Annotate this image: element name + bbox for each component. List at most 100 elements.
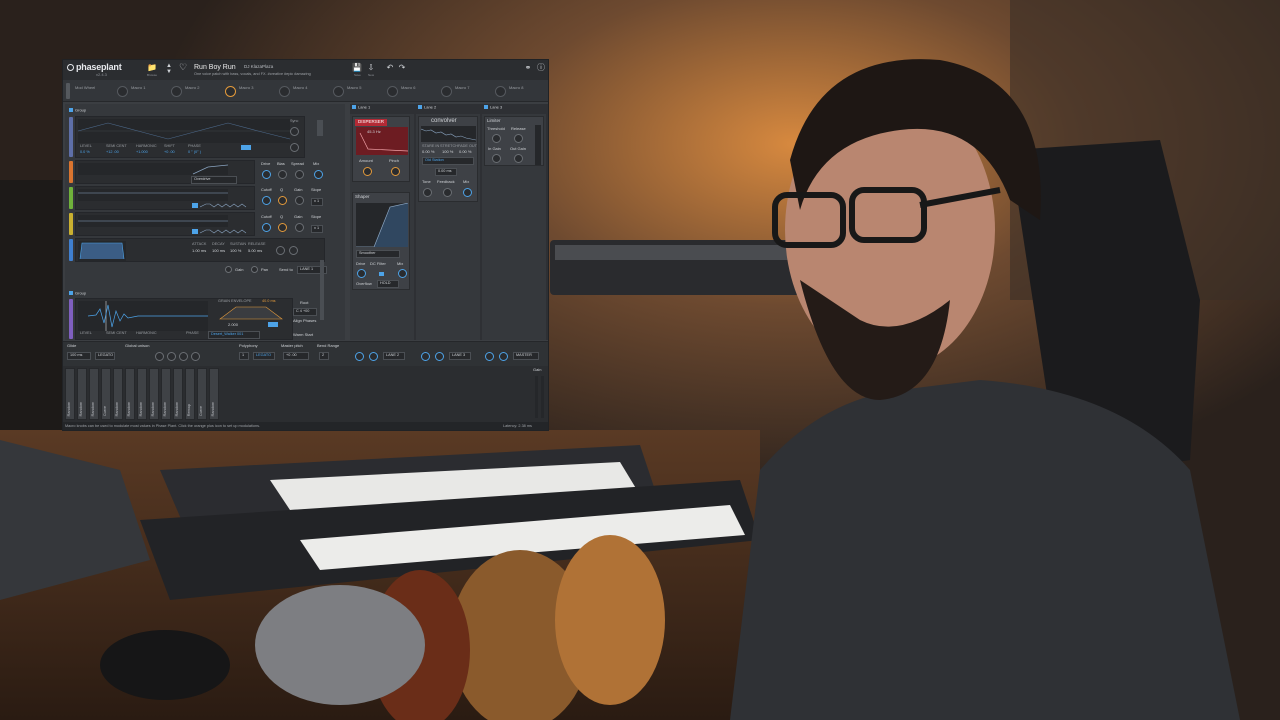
modulator-slot[interactable]: Random: [65, 368, 75, 420]
harmonic-value[interactable]: +1.000: [136, 150, 148, 155]
lane3-gain-knob[interactable]: [485, 352, 494, 361]
semi-value[interactable]: +12 .00: [106, 150, 119, 155]
modulator-slot[interactable]: Curve: [197, 368, 207, 420]
stare-value[interactable]: 0.00 %: [422, 150, 434, 154]
folder-icon[interactable]: 📁: [147, 64, 157, 73]
conv-mix-knob[interactable]: [463, 188, 472, 197]
modulator-slot[interactable]: Random: [161, 368, 171, 420]
waveform-select[interactable]: [241, 145, 251, 150]
env-extra-knob-1[interactable]: [276, 246, 285, 255]
modulator-slot[interactable]: Random: [209, 368, 219, 420]
grain-count[interactable]: 2.000: [228, 323, 238, 327]
sample-waveform[interactable]: [78, 301, 208, 331]
env-extra-knob-2[interactable]: [289, 246, 298, 255]
master-gain-meter-right[interactable]: [541, 376, 544, 418]
pinch-knob[interactable]: [391, 167, 400, 176]
lane2-mix-knob[interactable]: [435, 352, 444, 361]
filter-gain-knob[interactable]: [295, 196, 304, 205]
cutoff-knob[interactable]: [262, 196, 271, 205]
spread-knob[interactable]: [295, 170, 304, 179]
group-header-2[interactable]: Group: [69, 291, 86, 296]
glide-value[interactable]: 100 ms: [67, 352, 91, 360]
grain-envelope-value[interactable]: 40.0 ms: [262, 299, 276, 304]
modulator-slot[interactable]: Random: [125, 368, 135, 420]
heart-icon[interactable]: ♡: [178, 63, 188, 72]
redo-icon[interactable]: ↷: [397, 64, 407, 73]
q-knob[interactable]: [278, 196, 287, 205]
cutoff-knob-2[interactable]: [262, 223, 271, 232]
lane1-mix-knob[interactable]: [369, 352, 378, 361]
lane1-gain-knob[interactable]: [355, 352, 364, 361]
lane-3-header[interactable]: Lane 3: [484, 105, 502, 113]
drive-knob[interactable]: [262, 170, 271, 179]
envelope-graph[interactable]: [78, 241, 126, 261]
unison-knob-3[interactable]: [179, 352, 188, 361]
conv-delay-value[interactable]: 0.00 ms: [435, 168, 457, 176]
shift-value[interactable]: +0 .00: [164, 150, 175, 155]
amount-knob[interactable]: [363, 167, 372, 176]
tone-knob[interactable]: [423, 188, 432, 197]
osc-extra-knob[interactable]: [290, 143, 299, 152]
macro-knob[interactable]: [225, 86, 236, 97]
threshold-knob[interactable]: [492, 134, 501, 143]
lane1-send-select[interactable]: LANE 2: [383, 352, 405, 360]
sync-knob[interactable]: [290, 127, 299, 136]
macro-knob[interactable]: [441, 86, 452, 97]
sustain-value[interactable]: 100 %: [230, 249, 241, 253]
dc-filter-toggle[interactable]: [379, 272, 384, 276]
modulator-slot[interactable]: Random: [113, 368, 123, 420]
out-gain-knob[interactable]: [514, 154, 523, 163]
slope-select-2[interactable]: x 1: [311, 225, 323, 233]
filter-type-select-1[interactable]: [192, 203, 198, 208]
decay-value[interactable]: 100 ms: [212, 249, 225, 253]
lane-2-header[interactable]: Lane 2: [418, 105, 436, 113]
in-gain-knob[interactable]: [492, 154, 501, 163]
disperser-display[interactable]: [356, 127, 408, 155]
level-value[interactable]: 0.0 %: [80, 150, 90, 155]
group-enable-checkbox[interactable]: [69, 108, 73, 112]
impulse-response-display[interactable]: [421, 126, 476, 142]
modulator-slot[interactable]: Random: [89, 368, 99, 420]
legato-toggle-2[interactable]: LEGATO: [253, 352, 275, 360]
q-knob-2[interactable]: [278, 223, 287, 232]
macro-knob[interactable]: [387, 86, 398, 97]
preset-prev-next-icon[interactable]: ▲ ▼: [164, 63, 174, 75]
modulator-slot[interactable]: Remap: [185, 368, 195, 420]
gen-gain-knob[interactable]: [225, 266, 232, 273]
bias-knob[interactable]: [278, 170, 287, 179]
disperser-freq[interactable]: 45.3 Hz: [367, 130, 381, 134]
save-as-icon[interactable]: ⇩: [366, 64, 376, 73]
gen-pan-knob[interactable]: [251, 266, 258, 273]
polyphony-value[interactable]: 1: [239, 352, 249, 360]
preset-name[interactable]: Run Boy Run: [194, 64, 236, 71]
macro-knob[interactable]: [117, 86, 128, 97]
modulator-slot[interactable]: Random: [77, 368, 87, 420]
macro-knob[interactable]: [171, 86, 182, 97]
lane2-gain-knob[interactable]: [421, 352, 430, 361]
filter-gain-knob-2[interactable]: [295, 223, 304, 232]
bend-range-value[interactable]: 2: [319, 352, 329, 360]
lane2-send-select[interactable]: LANE 3: [449, 352, 471, 360]
legato-toggle-1[interactable]: LEGATO: [95, 352, 115, 360]
release-knob[interactable]: [514, 134, 523, 143]
modulator-slot[interactable]: Random: [173, 368, 183, 420]
lane-1-checkbox[interactable]: [352, 105, 356, 109]
group-header-1[interactable]: Group: [69, 108, 86, 113]
group-enable-checkbox-2[interactable]: [69, 291, 73, 295]
unison-knob-2[interactable]: [167, 352, 176, 361]
grain-envelope-graph[interactable]: [218, 306, 284, 320]
feedback-knob[interactable]: [443, 188, 452, 197]
grain-mode-select[interactable]: [268, 322, 278, 327]
macro-knob[interactable]: [495, 86, 506, 97]
filter-type-select-2[interactable]: [192, 229, 198, 234]
shaper-drive-knob[interactable]: [357, 269, 366, 278]
shaper-mix-knob[interactable]: [398, 269, 407, 278]
shaper-curve[interactable]: [356, 203, 408, 247]
root-select[interactable]: C 4 +00: [293, 308, 317, 316]
distortion-type-select[interactable]: Overdrive: [191, 176, 237, 184]
generator-scroll-tab[interactable]: [317, 120, 323, 136]
slope-select[interactable]: x 1: [311, 198, 323, 206]
sample-name-select[interactable]: Desert_Walker 001: [208, 331, 260, 339]
macro-knob[interactable]: [333, 86, 344, 97]
phase-value[interactable]: 0 ° (0° ): [188, 150, 201, 155]
